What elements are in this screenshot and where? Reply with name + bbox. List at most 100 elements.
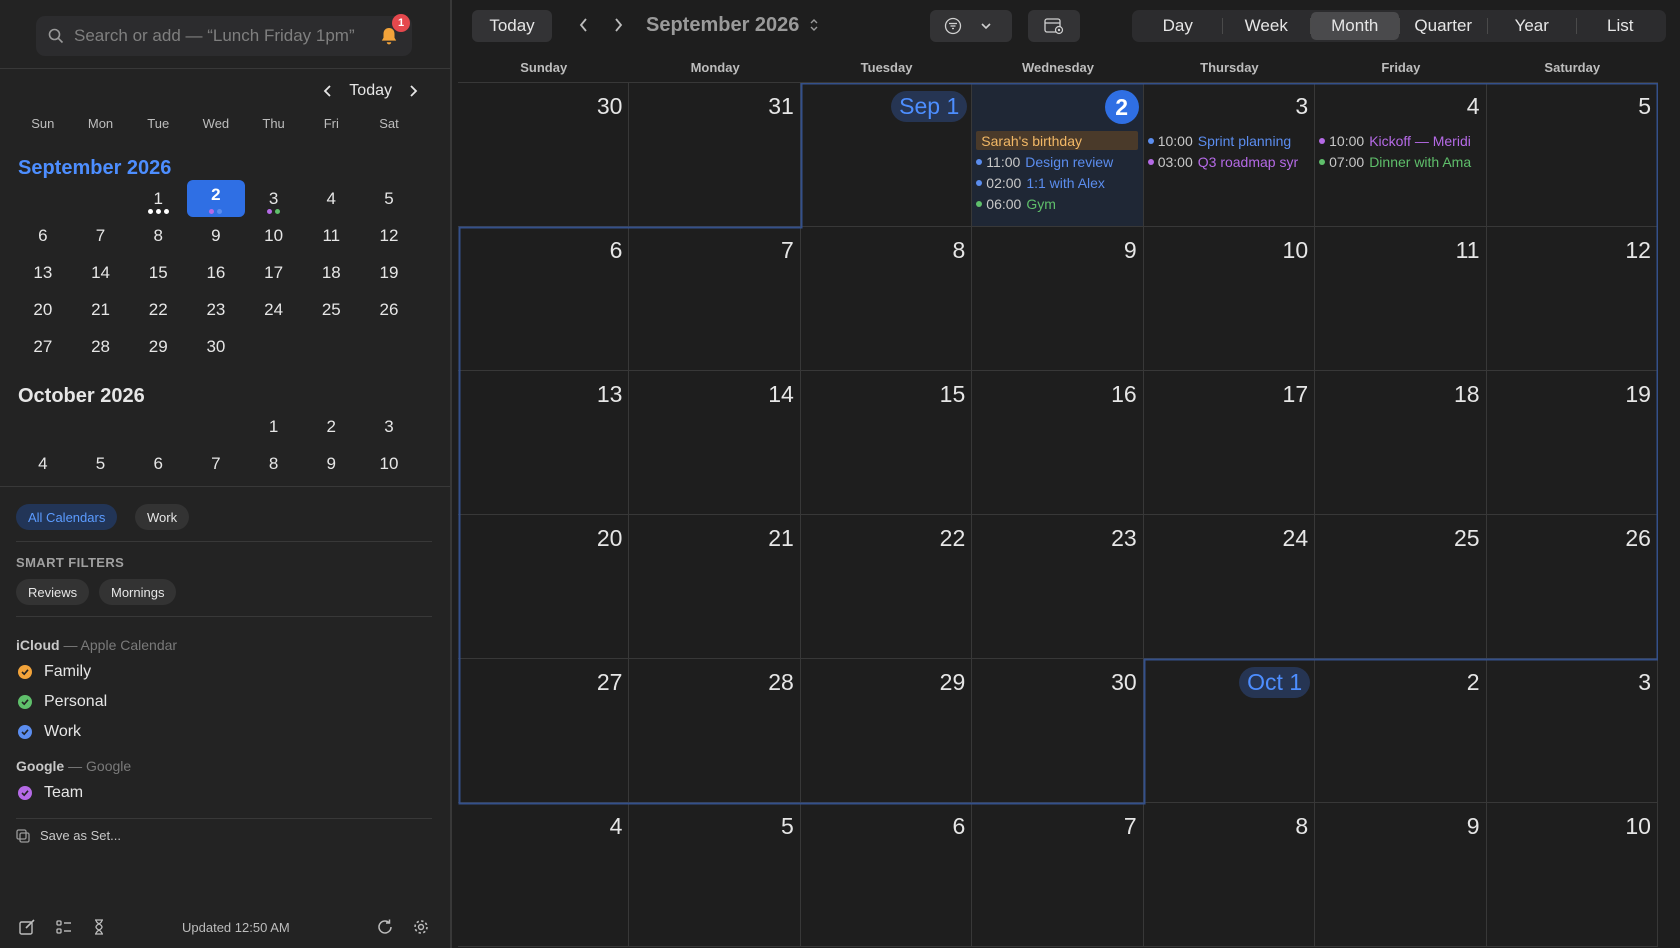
mini-day[interactable]: 29 [129,328,187,365]
mini-day[interactable]: 2 [187,180,245,217]
day-cell[interactable]: 21 [629,515,801,659]
mini-day[interactable]: 17 [245,254,303,291]
check-icon[interactable] [18,786,32,800]
mini-day[interactable]: 22 [129,291,187,328]
mini-day[interactable]: 16 [187,254,245,291]
calendar-work[interactable]: Work [18,723,81,741]
mini-day[interactable]: 2 [302,408,360,445]
day-cell[interactable]: 29 [800,659,973,803]
calendar-set-work[interactable]: Work [135,504,190,530]
event[interactable]: 03:00 Q3 roadmap syr [1147,152,1309,171]
day-cell[interactable]: 7 [629,227,801,371]
mini-day[interactable]: 19 [360,254,418,291]
day-cell[interactable]: 19 [1486,371,1658,515]
mini-day[interactable]: 10 [245,217,303,254]
calendar-settings-button[interactable] [1028,10,1080,42]
mini-day[interactable]: 15 [129,254,187,291]
smart-filter-reviews[interactable]: Reviews [16,579,90,605]
mini-day[interactable]: 9 [187,217,245,254]
view-quarter[interactable]: Quarter [1400,12,1488,40]
mini-day[interactable]: 3 [245,180,303,217]
gear-icon[interactable] [412,918,430,936]
calendar-team[interactable]: Team [18,784,83,802]
day-cell[interactable]: 15 [800,371,973,515]
mini-day[interactable]: 8 [129,217,187,254]
calendar-personal[interactable]: Personal [18,693,107,711]
day-cell[interactable]: 5 [629,803,801,947]
mini-day[interactable]: 27 [14,328,72,365]
mini-day[interactable]: 8 [245,445,303,482]
compose-icon[interactable] [18,918,36,936]
day-cell[interactable]: 12 [1486,227,1658,371]
day-cell[interactable]: 16 [972,371,1144,515]
mini-day[interactable]: 5 [72,445,130,482]
day-cell[interactable]: 20 [458,515,630,659]
mini-day[interactable]: 23 [187,291,245,328]
mini-day[interactable]: 3 [360,408,418,445]
day-cell[interactable]: 10 [1143,227,1316,371]
mini-day[interactable]: 28 [72,328,130,365]
mini-day[interactable]: 20 [14,291,72,328]
day-cell[interactable]: 8 [1143,803,1316,947]
mini-day[interactable]: 21 [72,291,130,328]
view-list[interactable]: List [1577,12,1665,40]
day-cell[interactable]: 11 [1315,227,1487,371]
day-cell[interactable]: 3 [1486,659,1658,803]
day-cell[interactable]: 9 [1315,803,1487,947]
mini-day[interactable]: 4 [302,180,360,217]
day-cell[interactable]: Sep 1 [800,83,973,227]
mini-day[interactable]: 11 [302,217,360,254]
mini-day[interactable]: 9 [302,445,360,482]
all-day-event[interactable]: Sarah's birthday [976,131,1138,150]
mini-day[interactable]: 6 [14,217,72,254]
day-cell[interactable]: 30 [458,83,630,227]
day-cell[interactable]: 4 [458,803,630,947]
day-cell[interactable]: 28 [629,659,801,803]
search-bar[interactable]: 1 [36,14,412,56]
checklist-icon[interactable] [55,918,73,936]
day-cell[interactable]: 22 [800,515,973,659]
mini-day[interactable]: 1 [129,180,187,217]
mini-day[interactable]: 12 [360,217,418,254]
view-year[interactable]: Year [1488,12,1576,40]
mini-day[interactable]: 30 [187,328,245,365]
day-cell[interactable]: 7 [972,803,1144,947]
calendar-family[interactable]: Family [18,663,91,681]
event[interactable]: 02:00 1:1 with Alex [976,173,1137,192]
mini-day[interactable]: 14 [72,254,130,291]
day-cell[interactable]: 14 [629,371,801,515]
day-cell[interactable]: 23 [972,515,1144,659]
day-cell[interactable]: 26 [1486,515,1658,659]
filter-menu-button[interactable] [930,10,1012,42]
refresh-icon[interactable] [376,918,394,936]
day-cell[interactable]: 5 [1486,83,1658,227]
search-input[interactable] [74,26,364,46]
mini-day[interactable]: 10 [360,445,418,482]
mini-day[interactable]: 18 [302,254,360,291]
mini-day[interactable]: 7 [187,445,245,482]
event[interactable]: 10:00 Sprint planning [1147,131,1309,150]
save-as-set-button[interactable]: Save as Set... [16,828,121,843]
day-cell[interactable]: 2 [1315,659,1487,803]
chevron-left-icon[interactable] [576,17,592,33]
mini-day[interactable]: 24 [245,291,303,328]
chevron-right-icon[interactable] [610,17,626,33]
check-icon[interactable] [18,725,32,739]
mini-day[interactable]: 5 [360,180,418,217]
mini-day[interactable]: 6 [129,445,187,482]
day-cell[interactable]: 6 [458,227,630,371]
mini-day[interactable]: 1 [245,408,303,445]
day-cell[interactable]: 18 [1315,371,1487,515]
event[interactable]: 06:00 Gym [976,194,1137,213]
day-cell[interactable]: 13 [458,371,630,515]
mini-day[interactable]: 26 [360,291,418,328]
day-cell[interactable]: 24 [1143,515,1316,659]
day-cell[interactable]: 17 [1143,371,1316,515]
event[interactable]: 11:00 Design review [976,152,1137,171]
mini-today-button[interactable]: Today [349,82,392,100]
today-button[interactable]: Today [472,10,552,42]
mini-day[interactable]: 4 [14,445,72,482]
check-icon[interactable] [18,695,32,709]
view-week[interactable]: Week [1223,12,1311,40]
day-cell[interactable]: 10 [1486,803,1658,947]
